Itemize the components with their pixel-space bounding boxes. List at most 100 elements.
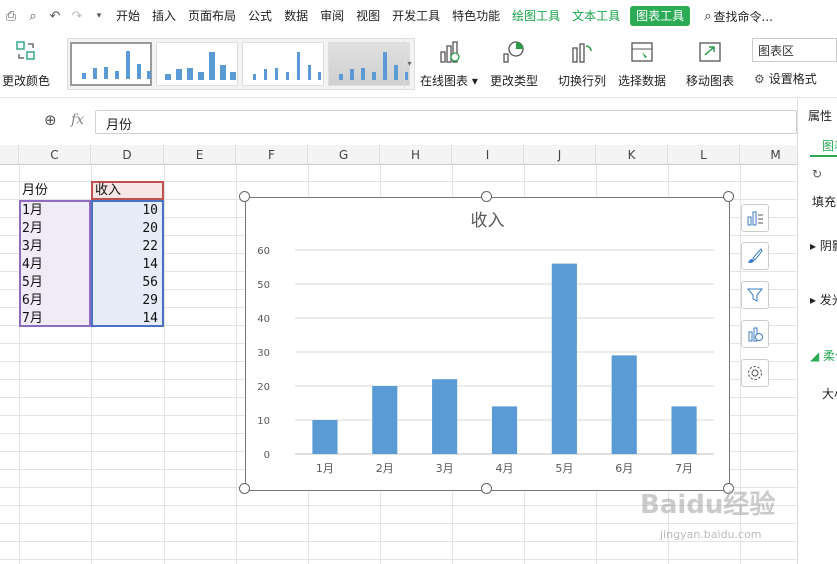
chart-style-2[interactable] [156,42,238,86]
move-chart-button[interactable]: 移动图表 [686,40,734,89]
month-cell[interactable]: 1月 [22,202,43,220]
column-header-M[interactable]: M [740,145,797,165]
change-color-button[interactable]: 更改颜色 [2,40,50,89]
resize-handle-bl[interactable] [239,483,250,494]
menu-data[interactable]: 数据 [278,0,314,32]
month-cell[interactable]: 7月 [22,310,43,328]
online-chart-icon [440,41,460,63]
panel-tab-chart[interactable]: 图表 [822,137,837,154]
panel-size-label: 大小 [822,387,837,401]
search-icon: ⌕ [704,8,712,24]
income-cell[interactable]: 20 [92,220,162,238]
chart-element-select[interactable]: 图表区 [752,38,837,62]
month-cell[interactable]: 4月 [22,256,43,274]
search-command-label: 查找命令... [713,9,773,24]
column-header-I[interactable]: I [452,145,524,165]
row-header-corner[interactable] [0,145,19,165]
x-tick-label: 4月 [496,462,514,475]
chart-settings-button[interactable] [741,359,769,387]
chart-style-button[interactable] [741,242,769,270]
bar [432,379,458,454]
income-cell[interactable]: 10 [92,202,162,220]
income-cell[interactable]: 14 [92,310,162,328]
income-cell[interactable]: 56 [92,274,162,292]
month-cell[interactable]: 5月 [22,274,43,292]
column-header-K[interactable]: K [596,145,668,165]
resize-handle-tr[interactable] [723,191,734,202]
undo-icon[interactable]: ↶ [44,0,66,32]
online-chart-button[interactable]: 在线图表 ▾ [420,40,478,89]
resize-handle-bm[interactable] [481,483,492,494]
switch-rowcol-icon [572,43,592,63]
filter-icon [746,288,764,302]
set-format-icon: ⚙ [754,71,765,86]
gear-icon [748,366,762,380]
column-header-F[interactable]: F [236,145,308,165]
column-header-D[interactable]: D [91,145,164,165]
change-type-label: 更改类型 [490,74,539,88]
change-color-label: 更改颜色 [2,74,51,88]
select-data-icon [631,42,653,62]
y-tick-label: 60 [257,246,270,257]
properties-panel: 属性 图表 ↻ 填充 ▸ 阴影 ▸ 发光 ◢ 柔化 大小 [797,99,837,564]
panel-glow-label[interactable]: ▸ 发光 [810,291,837,308]
resize-handle-tl[interactable] [239,191,250,202]
redo-icon[interactable]: ↷ [66,0,88,32]
menu-start[interactable]: 开始 [110,0,146,32]
column-header-E[interactable]: E [164,145,236,165]
dropdown-icon[interactable]: ▾ [88,0,110,32]
month-cell[interactable]: 2月 [22,220,43,238]
print-preview-icon[interactable]: ⎙ [0,0,22,32]
panel-soft-label[interactable]: ◢ 柔化 [810,347,837,364]
panel-fill-label[interactable]: 填充 [812,193,836,210]
column-header-G[interactable]: G [308,145,380,165]
gallery-scroll-button[interactable]: ▾ [404,39,414,89]
set-format-button[interactable]: ⚙ 设置格式 [754,70,817,87]
income-cell[interactable]: 14 [92,256,162,274]
menu-developer[interactable]: 开发工具 [386,0,446,32]
chart-object[interactable]: 收入 0 10 20 30 40 50 60 1月 2月 3月 4月 5月 6月 7月 [245,197,730,491]
find-icon[interactable]: ⌕ [22,0,44,32]
fx-icon[interactable]: fx [71,112,84,128]
header-month[interactable]: 月份 [22,182,48,200]
menu-chart-tools[interactable]: 图表工具 [630,6,691,26]
fill-line-icon[interactable]: ↻ [812,167,822,181]
menu-view[interactable]: 视图 [350,0,386,32]
zoom-icon[interactable]: ⊕ [44,111,57,129]
menu-review[interactable]: 审阅 [314,0,350,32]
online-chart-side-button[interactable] [741,320,769,348]
search-command[interactable]: ⌕ 查找命令... [704,8,773,25]
panel-shadow-label[interactable]: ▸ 阴影 [810,237,837,254]
column-header-C[interactable]: C [19,145,91,165]
menu-formula[interactable]: 公式 [242,0,278,32]
month-cell[interactable]: 6月 [22,292,43,310]
formula-input[interactable]: 月份 [95,110,797,134]
column-header-H[interactable]: H [380,145,452,165]
move-chart-icon [699,42,721,62]
chart-elements-button[interactable] [741,204,769,232]
column-header-J[interactable]: J [524,145,596,165]
watermark-url: jingyan.baidu.com [660,528,762,541]
chart-style-1[interactable] [70,42,152,86]
x-tick-label: 2月 [376,462,394,475]
menu-insert[interactable]: 插入 [146,0,182,32]
menu-drawing-tools[interactable]: 绘图工具 [506,0,566,32]
income-cell[interactable]: 29 [92,292,162,310]
brush-icon [748,248,763,263]
header-income[interactable]: 收入 [95,182,121,200]
menu-text-tools[interactable]: 文本工具 [566,0,626,32]
chart-style-3[interactable] [242,42,324,86]
x-tick-label: 6月 [615,462,633,475]
menu-special[interactable]: 特色功能 [446,0,506,32]
resize-handle-tm[interactable] [481,191,492,202]
chart-filter-button[interactable] [741,281,769,309]
column-header-L[interactable]: L [668,145,740,165]
select-data-button[interactable]: 选择数据 [618,40,666,89]
change-type-button[interactable]: 更改类型 [490,40,538,89]
y-tick-label: 50 [257,280,270,291]
menu-page-layout[interactable]: 页面布局 [182,0,242,32]
switch-rowcol-button[interactable]: 切换行列 [558,40,606,89]
chart-style-4[interactable] [328,42,410,86]
month-cell[interactable]: 3月 [22,238,43,256]
income-cell[interactable]: 22 [92,238,162,256]
